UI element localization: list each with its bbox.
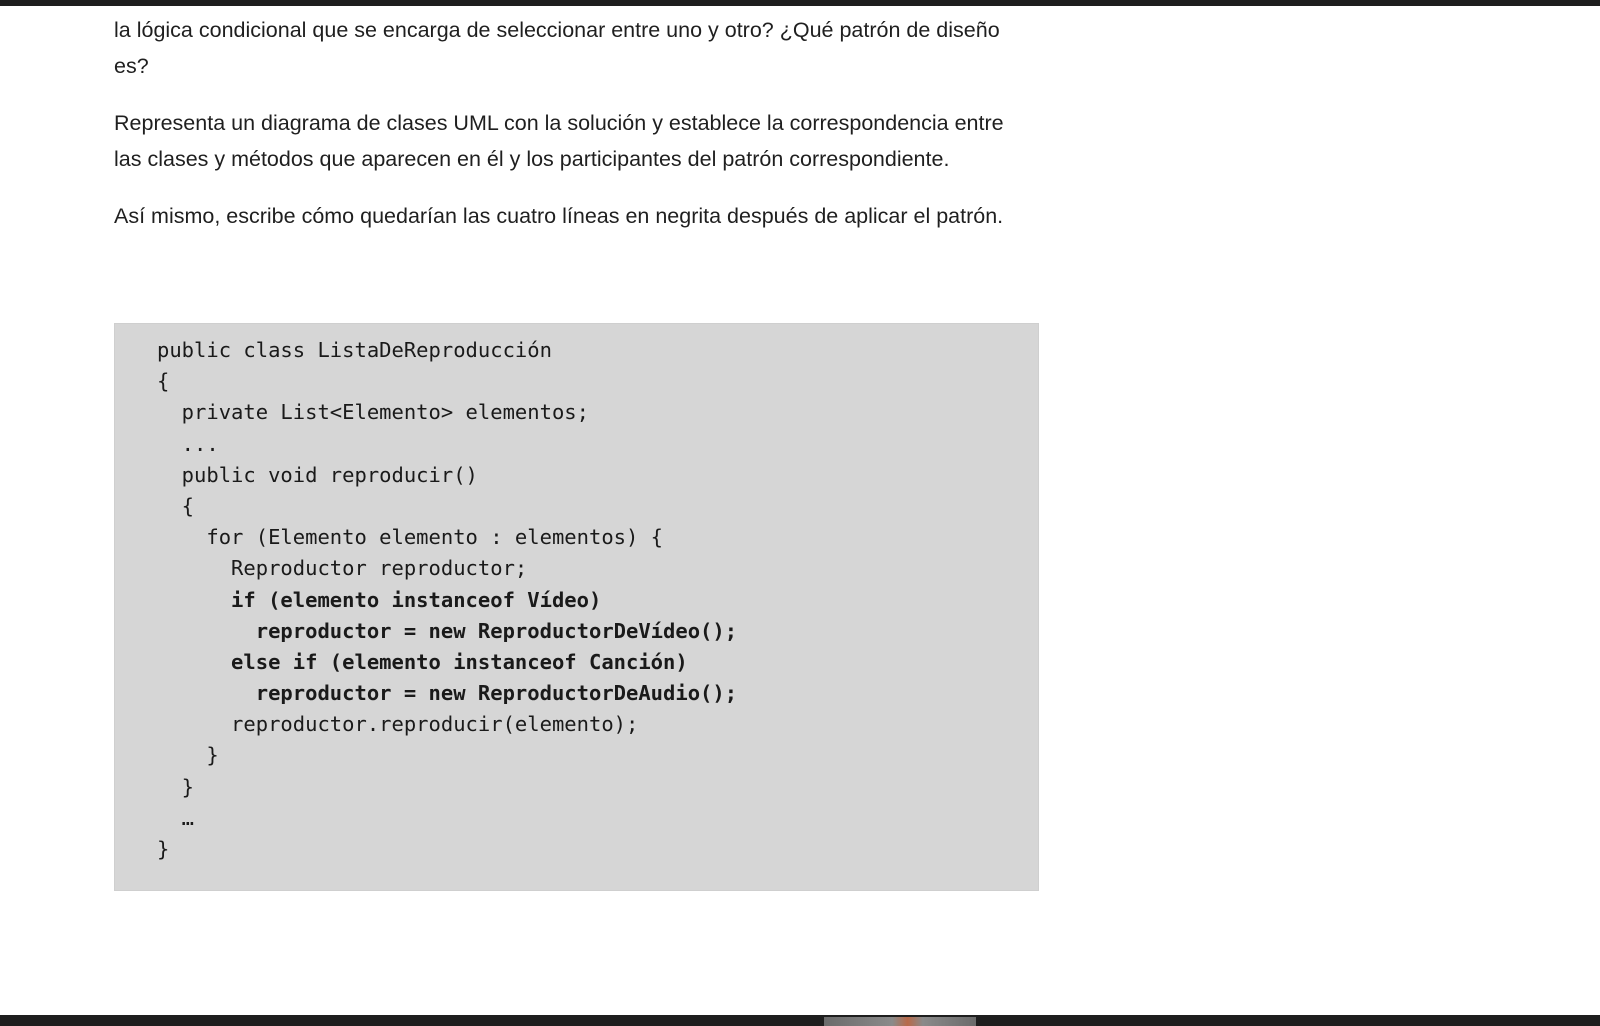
code-line: { [157,369,170,394]
paragraph-bold-lines-instruction: Así mismo, escribe cómo quedarían las cu… [114,204,1004,228]
code-line: } [157,837,170,861]
code-line: reproductor.reproducir(elemento); [157,712,639,737]
code-listing: public class ListaDeReproducción { privat… [157,335,737,865]
code-line: ... [157,431,219,456]
paragraph-question: la lógica condicional que se encarga de … [114,18,1000,78]
code-line: } [157,774,195,799]
document-body: la lógica condicional que se encarga de … [114,12,1014,255]
code-line: { [157,493,195,518]
paragraph-uml-instruction: Representa un diagrama de clases UML con… [114,111,1004,171]
code-line-bold: reproductor = new ReproductorDeVídeo(); [157,618,738,643]
code-line: public class ListaDeReproducción [157,338,552,362]
code-line-bold: if (elemento instanceof Vídeo) [157,587,602,612]
code-line: Reproductor reproductor; [157,556,528,581]
video-thumbnail-strip [824,1017,976,1026]
code-line: private List<Elemento> elementos; [157,400,589,425]
code-line: … [157,805,195,830]
code-line: } [157,743,219,768]
code-block: public class ListaDeReproducción { privat… [114,323,1039,891]
code-line: public void reproducir() [157,462,478,487]
code-line: for (Elemento elemento : elementos) { [157,525,664,550]
code-line-bold: else if (elemento instanceof Canción) [157,649,688,674]
code-line-bold: reproductor = new ReproductorDeAudio(); [157,681,738,706]
bottom-window-edge [0,1015,1600,1026]
top-window-edge [0,0,1600,6]
